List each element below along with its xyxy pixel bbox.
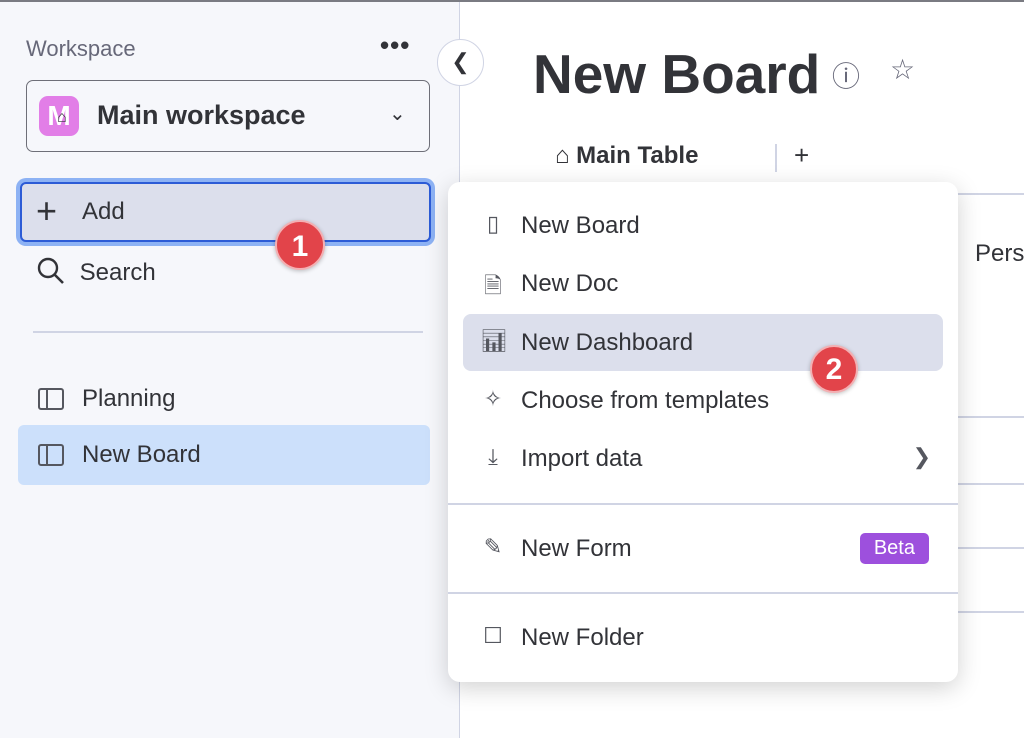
board-icon [38, 388, 64, 410]
menu-item-label: New Folder [521, 624, 644, 651]
menu-item-new-form[interactable]: ✎ New Form Beta [463, 520, 943, 577]
search-label: Search [79, 259, 156, 286]
sidebar-item-label: New Board [82, 441, 201, 468]
menu-item-new-dashboard[interactable]: 📊︎ New Dashboard [463, 314, 943, 371]
search-icon [37, 257, 64, 284]
board-icon: ▯ [486, 211, 500, 236]
column-header-person: Pers [975, 240, 1024, 267]
menu-item-new-doc[interactable]: 🗎 New Doc [463, 255, 943, 312]
tab-label: Main Table [576, 142, 699, 169]
plus-icon: + [36, 190, 58, 231]
info-icon[interactable]: ⓘ [832, 55, 860, 95]
collapse-sidebar-button[interactable]: ❮ [437, 39, 484, 86]
chevron-down-icon: ⌄ [389, 103, 406, 125]
add-label: Add [82, 198, 125, 225]
divider [33, 331, 423, 333]
menu-item-label: Import data [521, 445, 643, 472]
workspace-dropdown[interactable]: M ⌂ Main workspace ⌄ [26, 80, 430, 152]
workspace-name: Main workspace [97, 100, 306, 130]
home-icon: ⌂ [57, 109, 67, 126]
sidebar: Workspace ••• M ⌂ Main workspace ⌄ + Add… [0, 2, 460, 738]
workspace-label: Workspace [26, 36, 136, 61]
row-divider [958, 416, 1024, 418]
add-menu: ▯ New Board 🗎 New Doc 📊︎ New Dashboard ✧ Cho… [448, 182, 958, 682]
chevron-left-icon: ❮ [451, 49, 470, 74]
add-view-button[interactable]: + [794, 140, 809, 171]
menu-item-label: New Dashboard [521, 329, 694, 356]
menu-item-import-data[interactable]: ⤓ Import data ❯ [463, 430, 943, 487]
menu-item-label: New Form [521, 535, 632, 562]
form-icon: ✎ [483, 534, 503, 559]
search-button[interactable]: Search [37, 257, 156, 287]
download-icon: ⤓ [488, 444, 498, 469]
board-icon [38, 444, 64, 466]
step-2-marker: 2 [810, 345, 858, 393]
star-icon[interactable]: ☆ [890, 53, 915, 86]
menu-item-label: Choose from templates [521, 387, 770, 414]
row-divider [958, 547, 1024, 549]
add-button[interactable]: + Add [20, 182, 431, 242]
divider [775, 144, 777, 172]
beta-badge: Beta [859, 533, 929, 564]
step-1-marker: 1 [275, 220, 325, 270]
sidebar-item-planning[interactable]: Planning [18, 369, 430, 429]
row-divider [958, 611, 1024, 613]
more-options-icon[interactable]: ••• [380, 30, 410, 61]
divider [448, 503, 958, 505]
folder-icon: ☐ [483, 623, 503, 648]
magic-wand-icon: ✧ [483, 386, 503, 411]
sidebar-item-new-board[interactable]: New Board [18, 425, 430, 485]
divider [448, 592, 958, 594]
chevron-right-icon: ❯ [912, 444, 931, 469]
dashboard-icon: 📊︎ [480, 328, 508, 353]
page-title: New Board [533, 43, 821, 105]
menu-item-label: New Doc [521, 270, 619, 297]
sidebar-item-label: Planning [82, 385, 176, 412]
doc-icon: 🗎 [484, 273, 502, 298]
menu-item-new-folder[interactable]: ☐ New Folder [463, 609, 943, 666]
menu-item-label: New Board [521, 212, 640, 239]
row-divider [958, 483, 1024, 485]
menu-item-new-board[interactable]: ▯ New Board [463, 197, 943, 254]
menu-item-templates[interactable]: ✧ Choose from templates [463, 372, 943, 429]
home-icon: ⌂ [555, 142, 570, 169]
tab-main-table[interactable]: ⌂ Main Table [555, 142, 698, 170]
